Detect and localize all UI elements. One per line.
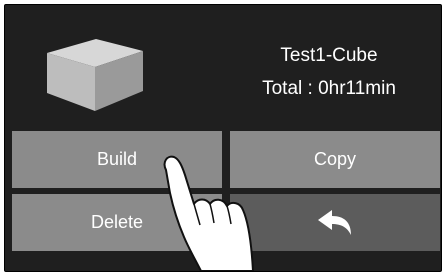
back-arrow-icon	[318, 209, 351, 235]
delete-button[interactable]: Delete	[12, 194, 222, 251]
build-button-label: Build	[96, 149, 138, 169]
printer-screen: Test1-Cube Total : 0hr11min Build Copy D…	[4, 4, 442, 272]
copy-button[interactable]: Copy	[230, 131, 440, 188]
build-button[interactable]: Build	[12, 131, 222, 188]
cube-icon	[47, 39, 143, 111]
total-time: Total : 0hr11min	[262, 78, 396, 99]
back-button[interactable]	[230, 194, 440, 251]
copy-button-label: Copy	[313, 149, 357, 169]
file-name: Test1-Cube	[280, 45, 378, 66]
delete-button-label: Delete	[90, 212, 144, 232]
